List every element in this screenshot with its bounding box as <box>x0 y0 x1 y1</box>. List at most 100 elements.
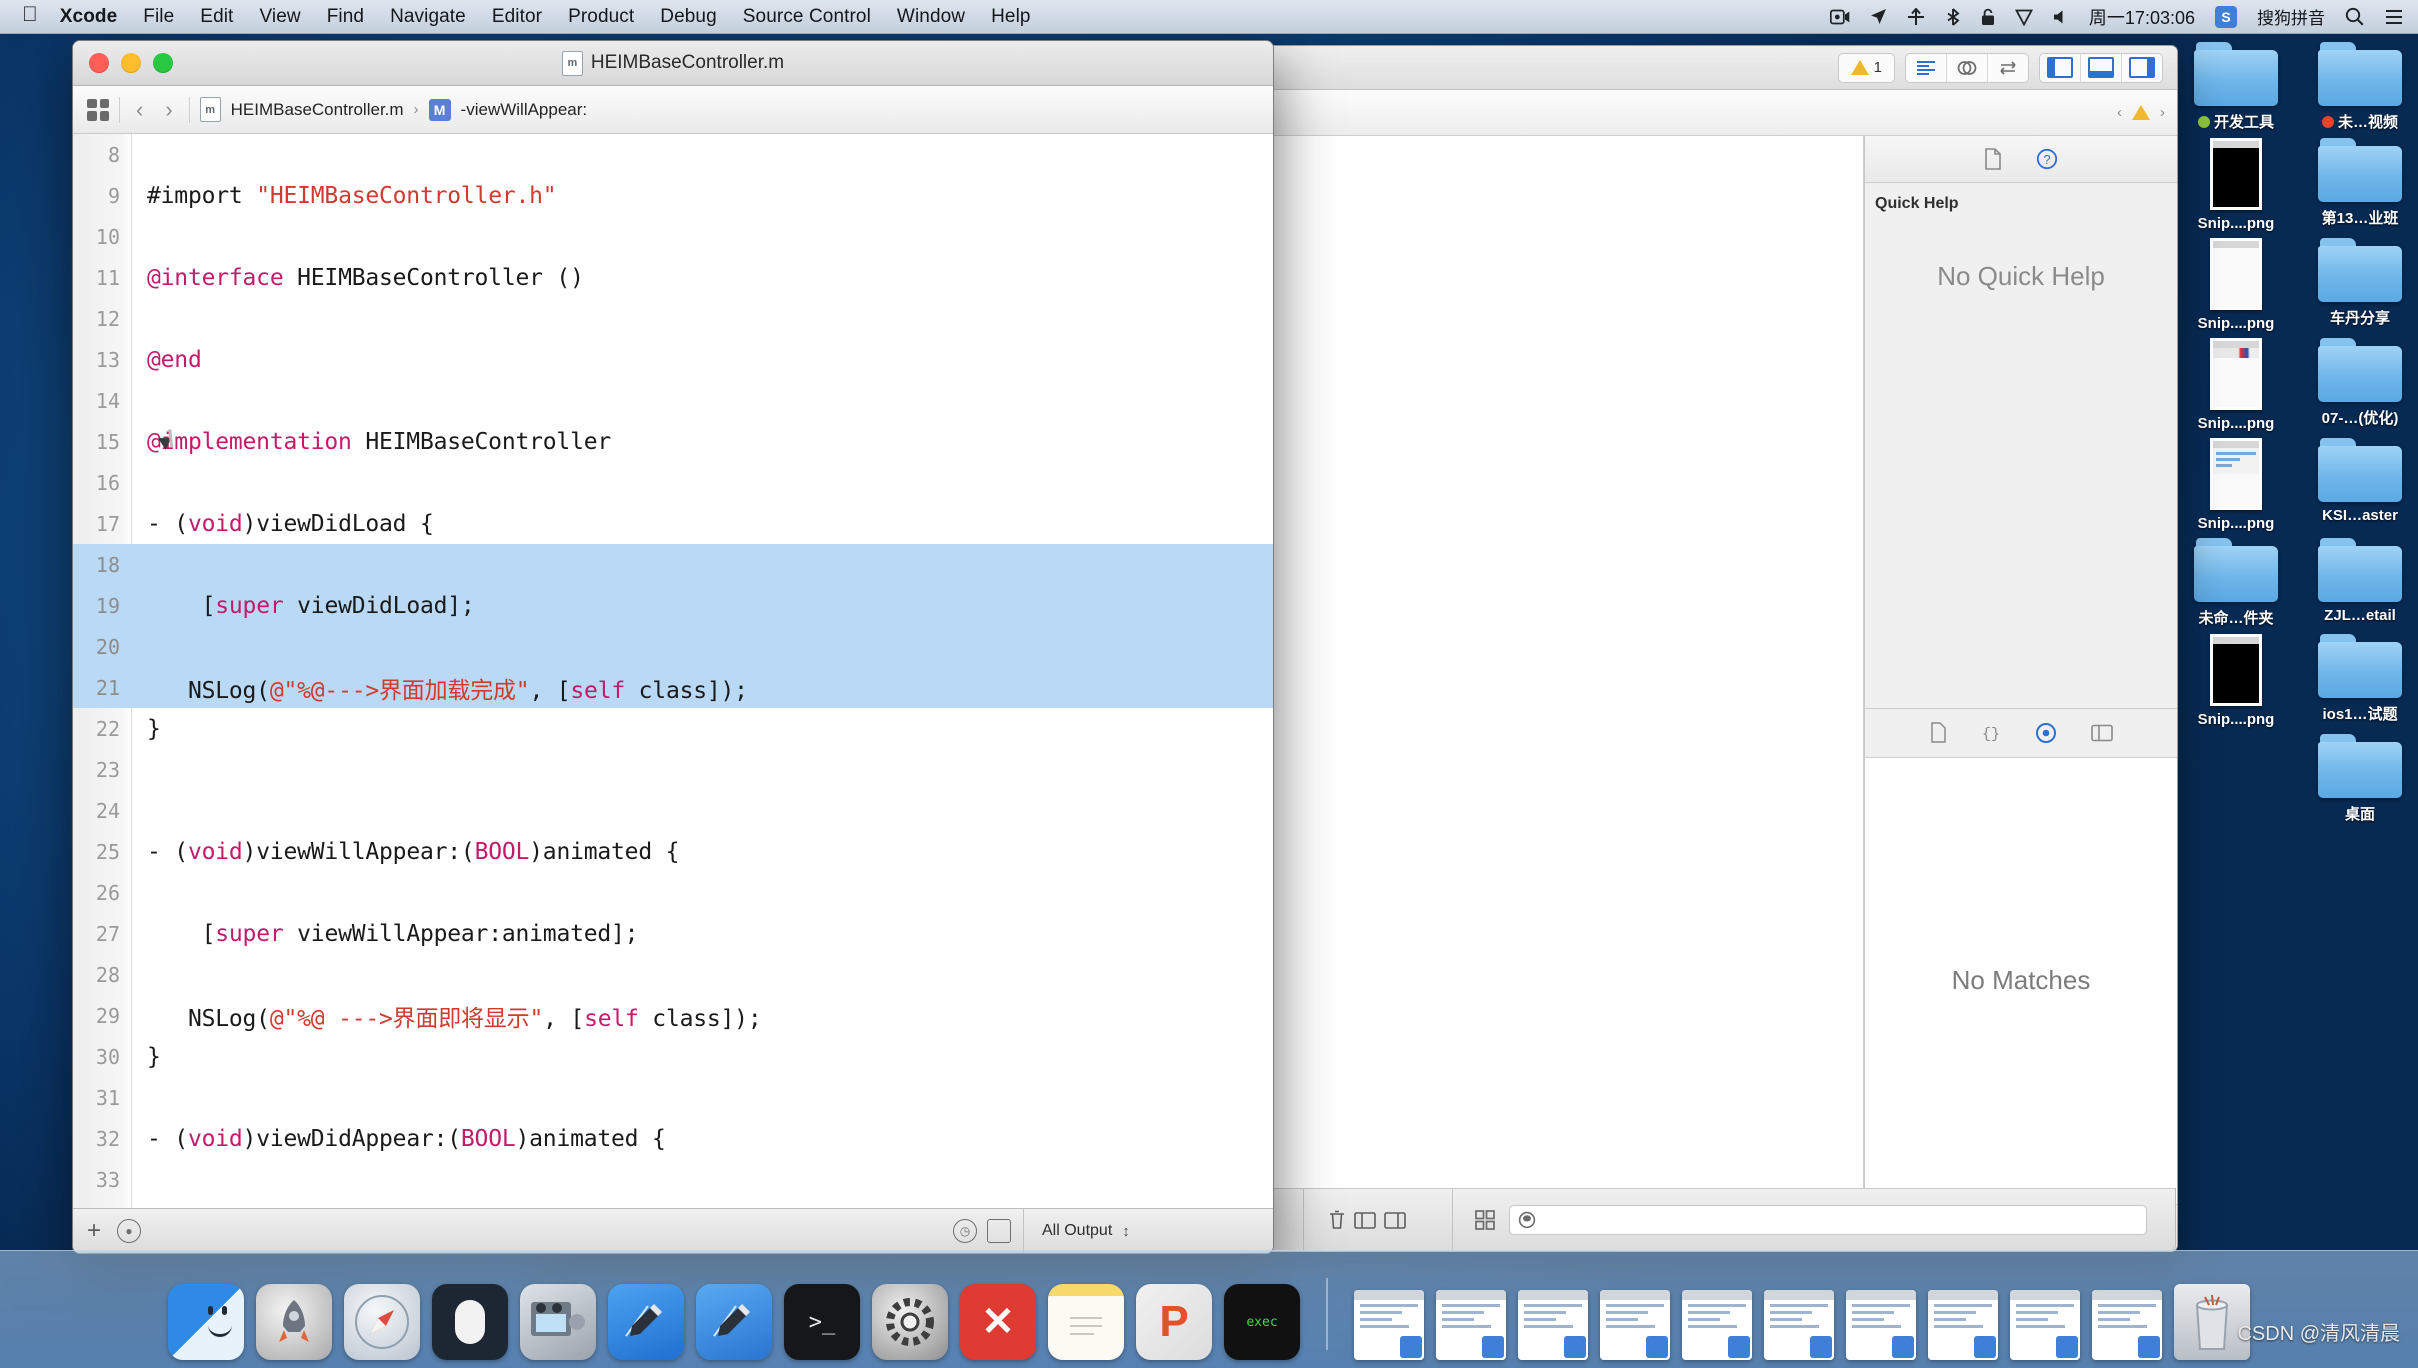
history-icon[interactable]: ◷ <box>953 1219 977 1243</box>
previous-issue-icon[interactable]: ‹ <box>2117 104 2122 121</box>
menu-item-xcode[interactable]: Xcode <box>60 6 118 28</box>
code-line[interactable]: 15 @implementation HEIMBaseController <box>73 421 1273 462</box>
menu-item-edit[interactable]: Edit <box>200 6 233 28</box>
lock-icon[interactable] <box>1981 8 1995 26</box>
navigate-back-button[interactable]: ‹ <box>130 97 149 123</box>
library-tab-bar[interactable]: {} <box>1865 707 2177 758</box>
grid-icon[interactable] <box>1475 1210 1495 1230</box>
file-template-library-icon[interactable] <box>1930 722 1947 743</box>
code-line[interactable]: 32 - (void)viewDidAppear:(BOOL)animated { <box>73 1118 1273 1159</box>
code-line[interactable]: 20 <box>73 626 1273 667</box>
minimized-window-8[interactable] <box>1928 1290 1998 1360</box>
code-line[interactable]: 9 #import "HEIMBaseController.h" <box>73 175 1273 216</box>
minimized-window-1-wrapper[interactable] <box>1354 1290 1424 1360</box>
exec-icon[interactable]: exec <box>1224 1284 1300 1360</box>
code-line[interactable]: 25 - (void)viewWillAppear:(BOOL)animated … <box>73 831 1273 872</box>
menubar-clock[interactable]: 周一17:03:06 <box>2089 4 2195 30</box>
minimized-window-8-wrapper[interactable] <box>1928 1290 1998 1360</box>
desktop-image-icon[interactable]: Snip....png <box>2180 338 2292 432</box>
minimized-window-3-wrapper[interactable] <box>1518 1290 1588 1360</box>
menu-item-source-control[interactable]: Source Control <box>743 6 871 28</box>
desktop-folder-icon[interactable]: 车丹分享 <box>2304 238 2416 332</box>
notes-icon[interactable] <box>1048 1284 1124 1360</box>
debug-left-controls[interactable]: + ● <box>73 1219 403 1243</box>
dock[interactable]: >_ ✕ Рexec <box>0 1250 2418 1368</box>
front-xcode-window[interactable]: m HEIMBaseController.m ‹ › m HEIMBaseCon… <box>72 40 1274 1254</box>
system-preferences-icon-wrapper[interactable] <box>872 1284 948 1360</box>
window-traffic-lights[interactable] <box>73 53 173 73</box>
quicktime-icon-wrapper[interactable] <box>520 1284 596 1360</box>
menu-item-product[interactable]: Product <box>568 6 634 28</box>
notes-icon-wrapper[interactable] <box>1048 1284 1124 1360</box>
desktop-folder-icon[interactable]: 桌面 <box>2304 734 2416 824</box>
apple-icon[interactable]:  <box>22 4 38 25</box>
system-preferences-icon[interactable] <box>872 1284 948 1360</box>
front-jump-bar[interactable]: ‹ › m HEIMBaseController.m › M -viewWill… <box>73 86 1273 134</box>
airdrop-icon[interactable] <box>1907 7 1925 26</box>
screen-record-icon[interactable] <box>1829 9 1850 25</box>
code-line[interactable]: 18 <box>73 544 1273 585</box>
media-library-icon[interactable] <box>2090 724 2113 742</box>
minimized-window-10-wrapper[interactable] <box>2092 1290 2162 1360</box>
menu-item-find[interactable]: Find <box>327 6 364 28</box>
file-inspector-icon[interactable] <box>1984 148 2002 170</box>
assistant-editor-icon[interactable] <box>1947 53 1988 82</box>
front-window-bottom-bar[interactable]: + ● ◷ All Output ↕ <box>73 1208 1273 1253</box>
front-file-name[interactable]: HEIMBaseController.m <box>231 100 404 120</box>
inspector-tab-bar[interactable]: ? <box>1865 136 2177 183</box>
input-method-badge[interactable]: S <box>2215 5 2237 28</box>
minimized-window-4-wrapper[interactable] <box>1600 1290 1670 1360</box>
code-line[interactable]: 29 NSLog(@"%@ --->界面即将显示", [self class])… <box>73 995 1273 1036</box>
minimized-window-1[interactable] <box>1354 1290 1424 1360</box>
related-items-icon[interactable] <box>87 98 109 121</box>
object-library-icon[interactable] <box>2035 722 2057 744</box>
minimized-window-7[interactable] <box>1846 1290 1916 1360</box>
debug-area-toggle-icon[interactable] <box>1384 1211 1406 1229</box>
minimized-window-5[interactable] <box>1682 1290 1752 1360</box>
desktop-image-icon[interactable]: Snip....png <box>2180 138 2292 232</box>
frame-icon[interactable] <box>987 1219 1011 1243</box>
desktop-image-icon[interactable]: Snip....png <box>2180 634 2292 728</box>
minimized-window-9-wrapper[interactable] <box>2010 1290 2080 1360</box>
library-bottom-bar-right[interactable] <box>1452 1189 2175 1251</box>
finder-icon-wrapper[interactable] <box>168 1284 244 1360</box>
front-method-name[interactable]: -viewWillAppear: <box>461 100 588 120</box>
minimized-window-9[interactable] <box>2010 1290 2080 1360</box>
search-icon[interactable] <box>2345 7 2364 26</box>
trash-console-icon[interactable] <box>1328 1210 1346 1230</box>
standard-editor-icon[interactable] <box>1906 53 1947 82</box>
mouse-app-icon-wrapper[interactable] <box>432 1284 508 1360</box>
input-method-label[interactable]: 搜狗拼音 <box>2257 4 2325 29</box>
vpn-shield-icon[interactable] <box>2014 8 2033 26</box>
finder-icon[interactable] <box>168 1284 244 1360</box>
xmind-icon-wrapper[interactable]: ✕ <box>960 1284 1036 1360</box>
launchpad-icon-wrapper[interactable] <box>256 1284 332 1360</box>
debug-filter-group[interactable] <box>1303 1189 1430 1251</box>
issue-counter-button[interactable]: 1 <box>1837 52 1895 83</box>
desktop-folder-icon[interactable]: KSI…aster <box>2304 438 2416 532</box>
terminal-icon-wrapper[interactable]: >_ <box>784 1284 860 1360</box>
code-line[interactable]: 10 <box>73 216 1273 257</box>
left-pane-toggle-icon[interactable] <box>2040 53 2081 82</box>
menu-item-file[interactable]: File <box>143 6 174 28</box>
next-issue-icon[interactable]: › <box>2160 104 2165 121</box>
safari-icon-wrapper[interactable] <box>344 1284 420 1360</box>
code-line[interactable]: 27 [super viewWillAppear:animated]; <box>73 913 1273 954</box>
minimized-window-2[interactable] <box>1436 1290 1506 1360</box>
desktop-folder-icon[interactable]: 开发工具 <box>2180 42 2292 132</box>
quick-help-icon[interactable]: ? <box>2036 148 2058 170</box>
code-line[interactable]: 21 NSLog(@"%@--->界面加载完成", [self class]); <box>73 667 1273 708</box>
navigate-forward-button[interactable]: › <box>159 97 178 123</box>
menu-item-editor[interactable]: Editor <box>492 6 542 28</box>
desktop-image-icon[interactable]: Snip....png <box>2180 238 2292 332</box>
pane-toggle-segmented-control[interactable] <box>2039 52 2163 83</box>
xmind-icon[interactable]: ✕ <box>960 1284 1036 1360</box>
menu-item-navigate[interactable]: Navigate <box>390 6 466 28</box>
pycharm-icon-wrapper[interactable]: Р <box>1136 1284 1212 1360</box>
code-line[interactable]: 14 <box>73 380 1273 421</box>
library-filter-field-bottom[interactable] <box>1509 1205 2147 1235</box>
front-code-editor[interactable]: 8 9 #import "HEIMBaseController.h" 10 11 @int… <box>73 134 1273 1208</box>
bluetooth-icon[interactable] <box>1945 7 1961 26</box>
desktop-image-icon[interactable]: Snip....png <box>2180 438 2292 532</box>
code-line[interactable]: 16 <box>73 462 1273 503</box>
